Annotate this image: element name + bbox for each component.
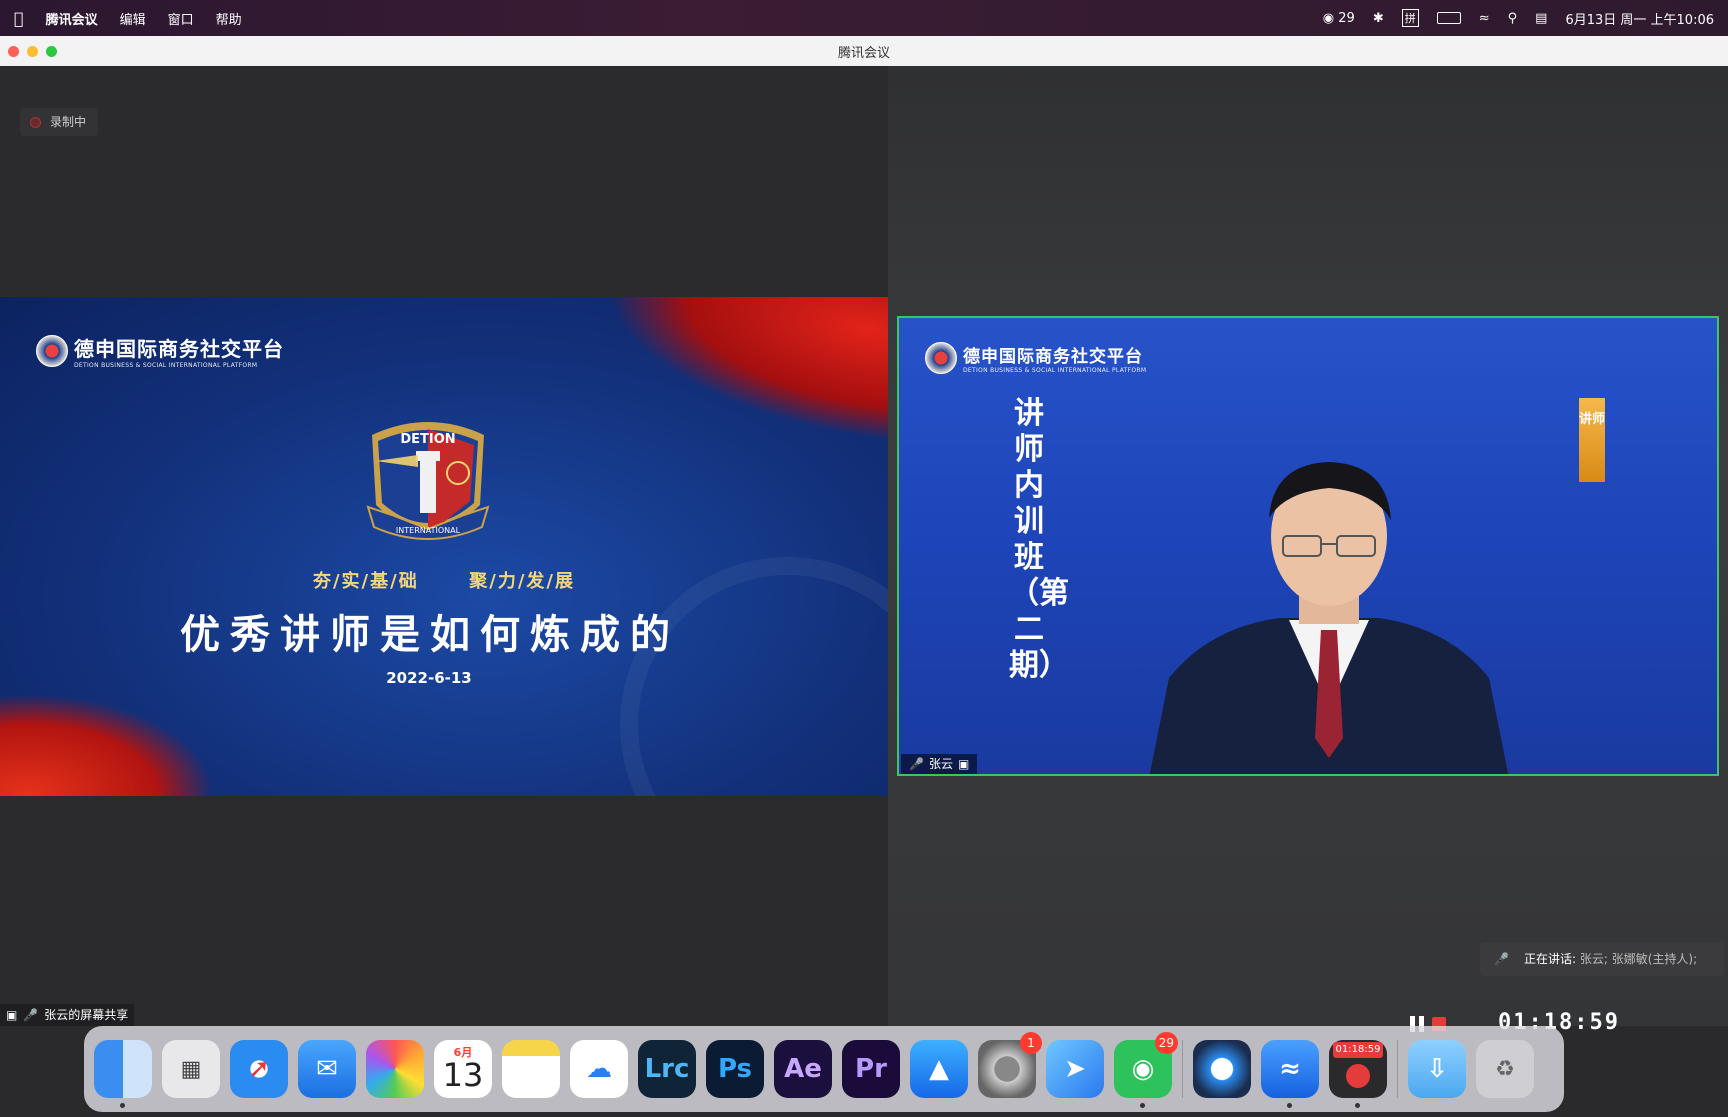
microphone-icon: 🎤 — [23, 1008, 39, 1022]
red-flag-decoration — [0, 696, 210, 796]
quicktime-icon[interactable] — [1193, 1040, 1251, 1098]
slogan-left: 夯/实/基/础 — [312, 571, 419, 592]
speaking-label: 正在讲话: — [1524, 952, 1577, 966]
participant-name-tag: 🎤 张云 ▣ — [901, 754, 978, 774]
wifi-icon[interactable]: ≈ — [1479, 11, 1490, 26]
brand-name: 德申国际商务社交平台 — [74, 337, 284, 361]
notes-icon[interactable] — [502, 1040, 560, 1098]
apple-icon[interactable]:  — [14, 9, 24, 28]
microphone-icon: 🎤 — [909, 757, 924, 771]
dock: ▦ ➚ ✉ 6月 13 ☁ Lrc Ps Ae Pr ▲ 1 ➤ ◉ 29 ≈ … — [84, 1026, 1564, 1112]
menu-help[interactable]: 帮助 — [216, 9, 242, 28]
slide-slogan: 夯/实/基/础 聚/力/发/展 — [0, 567, 888, 593]
settings-badge: 1 — [1020, 1032, 1042, 1054]
baidu-netdisk-icon[interactable]: ☁ — [570, 1040, 628, 1098]
recording-indicator[interactable]: 录制中 — [20, 108, 99, 136]
brand-name: 德申国际商务社交平台 — [963, 347, 1143, 367]
recording-label: 录制中 — [50, 115, 87, 129]
recorder-time: 01:18:59 — [1333, 1042, 1383, 1058]
app-store-icon[interactable]: ▲ — [910, 1040, 968, 1098]
system-settings-icon[interactable]: 1 — [978, 1032, 1042, 1098]
photoshop-icon[interactable]: Ps — [706, 1040, 764, 1098]
mail-icon[interactable]: ✉ — [298, 1040, 356, 1098]
clock[interactable]: 6月13日 周一 上午10:06 — [1565, 9, 1714, 28]
menu-edit[interactable]: 编辑 — [120, 9, 146, 28]
meeting-content: 录制中 德申国际商务社交平台 DETION BUSINESS & SOCIAL … — [0, 66, 1728, 1035]
wechat-badge: 29 — [1154, 1032, 1178, 1054]
zoom-window-button[interactable] — [46, 46, 57, 57]
photos-icon[interactable] — [366, 1040, 424, 1098]
screen-share-label: ▣ 🎤 张云的屏幕共享 — [0, 1004, 135, 1026]
portrait-icon: ▣ — [957, 757, 970, 771]
after-effects-icon[interactable]: Ae — [774, 1040, 832, 1098]
speaking-who: 张云; 张娜敏(主持人); — [1579, 952, 1698, 966]
dock-separator — [1182, 1040, 1183, 1098]
battery-icon[interactable] — [1436, 12, 1461, 24]
vertical-title: 讲师内训班（第二期） — [1009, 396, 1069, 683]
control-center-icon[interactable]: ▤ — [1535, 11, 1547, 26]
window-titlebar: 腾讯会议 — [0, 36, 1728, 67]
brand-logo-icon — [36, 335, 68, 367]
menu-app[interactable]: 腾讯会议 — [46, 9, 98, 28]
downloads-folder-icon[interactable]: ⇩ — [1408, 1040, 1466, 1098]
lightroom-classic-icon[interactable]: Lrc — [638, 1040, 696, 1098]
emblem-top-text: DETION — [400, 432, 455, 447]
mic-muted-icon: 🎤 — [1494, 952, 1509, 966]
red-flag-decoration — [597, 297, 888, 444]
wechat-icon[interactable]: ◉ 29 — [1114, 1032, 1178, 1108]
speaker-tag: 讲师 — [1579, 398, 1605, 482]
brand-subtitle: DETION BUSINESS & SOCIAL INTERNATIONAL P… — [963, 367, 1147, 374]
dock-separator — [1397, 1040, 1398, 1098]
calendar-day: 13 — [442, 1056, 484, 1094]
speaking-indicator: 🎤 正在讲话: 张云; 张娜敏(主持人); — [1480, 942, 1724, 976]
slide-brand: 德申国际商务社交平台 DETION BUSINESS & SOCIAL INTE… — [36, 333, 284, 369]
tencent-meeting-icon[interactable]: ≈ — [1261, 1040, 1319, 1108]
participant-video[interactable]: 德申国际商务社交平台 DETION BUSINESS & SOCIAL INTE… — [897, 316, 1719, 776]
brand-logo-icon — [925, 342, 957, 374]
emblem-bottom-text: INTERNATIONAL — [396, 526, 461, 535]
close-window-button[interactable] — [8, 46, 19, 57]
search-icon[interactable]: ⚲ — [1508, 11, 1518, 26]
shared-slide: 德申国际商务社交平台 DETION BUSINESS & SOCIAL INTE… — [0, 297, 888, 796]
slide-title: 优秀讲师是如何炼成的 — [180, 612, 680, 658]
screen-share-icon: ▣ — [6, 1008, 18, 1022]
trash-icon[interactable]: ♻ — [1476, 1040, 1534, 1098]
input-method-icon[interactable]: 拼 — [1401, 9, 1419, 27]
minimize-window-button[interactable] — [27, 46, 38, 57]
launchpad-icon[interactable]: ▦ — [162, 1040, 220, 1098]
wechat-status-icon[interactable]: ◉ 29 — [1323, 11, 1355, 26]
video-brand: 德申国际商务社交平台 DETION BUSINESS & SOCIAL INTE… — [925, 342, 1146, 374]
brand-subtitle: DETION BUSINESS & SOCIAL INTERNATIONAL P… — [74, 362, 258, 369]
slogan-right: 聚/力/发/展 — [469, 571, 576, 592]
wechat-count: 29 — [1338, 10, 1355, 26]
menu-bar:  腾讯会议 编辑 窗口 帮助 ◉ 29 ✱ 拼 ≈ ⚲ ▤ 6月13日 周一 … — [0, 0, 1728, 36]
window-title: 腾讯会议 — [837, 45, 890, 61]
slide-date: 2022-6-13 — [386, 669, 472, 687]
menu-window[interactable]: 窗口 — [168, 9, 194, 28]
safari-icon[interactable]: ➚ — [230, 1040, 288, 1098]
presenter-silhouette — [1149, 462, 1509, 774]
share-label-text: 张云的屏幕共享 — [44, 1008, 129, 1022]
calendar-icon[interactable]: 6月 13 — [434, 1040, 492, 1098]
finder-icon[interactable] — [94, 1040, 152, 1108]
bluetooth-icon[interactable]: ✱ — [1373, 11, 1384, 26]
participant-name: 张云 — [928, 757, 953, 771]
detion-emblem-icon: DETION INTERNATIONAL — [366, 422, 490, 540]
screen-share-pane: 录制中 德申国际商务社交平台 DETION BUSINESS & SOCIAL … — [0, 66, 888, 1026]
screen-recorder-icon[interactable]: 01:18:59 — [1329, 1040, 1387, 1108]
premiere-pro-icon[interactable]: Pr — [842, 1040, 900, 1098]
feishu-icon[interactable]: ➤ — [1046, 1040, 1104, 1098]
